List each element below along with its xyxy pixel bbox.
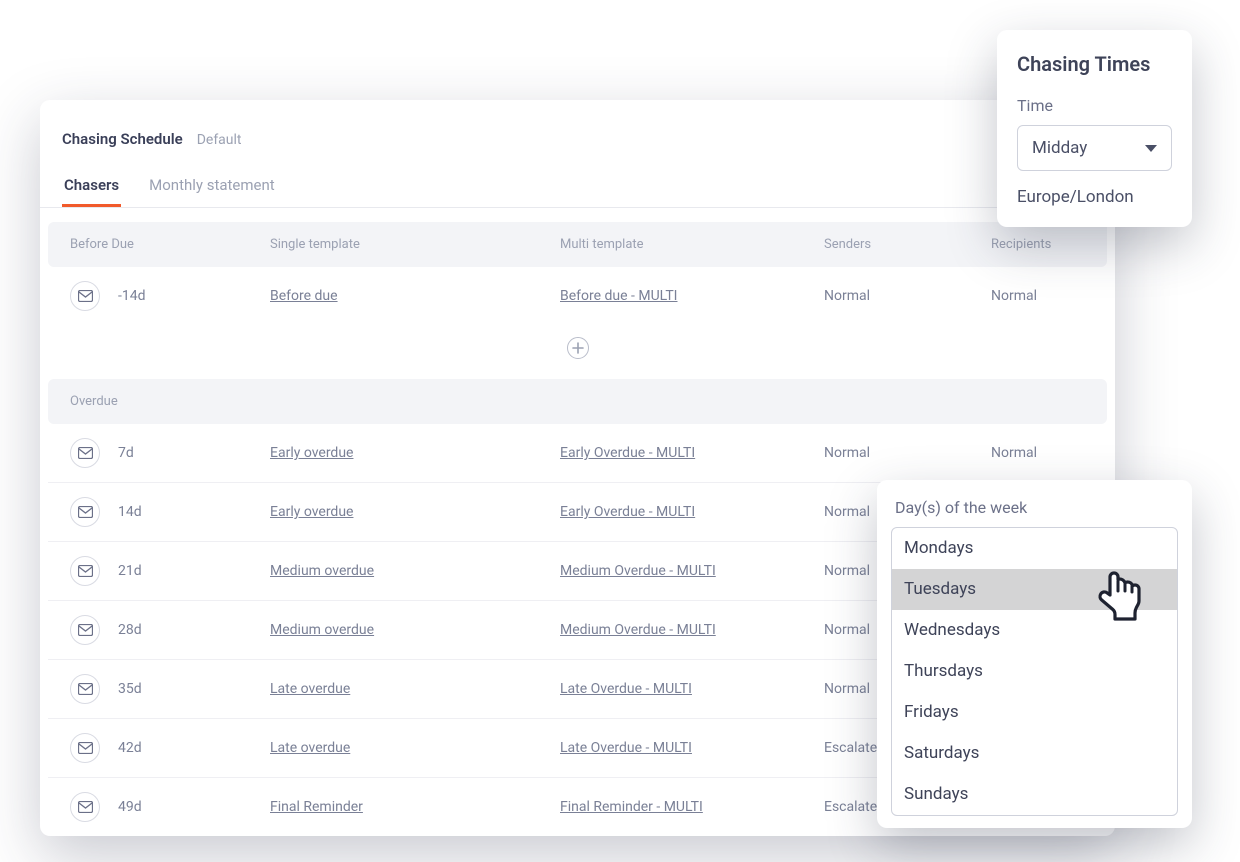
chasing-times-panel: Chasing Times Time Midday Europe/London xyxy=(997,30,1192,227)
panel-title: Chasing Times xyxy=(1017,52,1172,76)
cell-days: -14d xyxy=(70,281,270,311)
cell-multi-template: Final Reminder - MULTI xyxy=(560,799,824,815)
cell-multi-template: Medium Overdue - MULTI xyxy=(560,563,824,579)
day-option-wednesdays[interactable]: Wednesdays xyxy=(892,610,1177,651)
cell-single-template: Medium overdue xyxy=(270,563,560,579)
tabs: Chasers Monthly statement xyxy=(40,166,1115,208)
col-single-header: Single template xyxy=(270,237,560,252)
multi-template-link[interactable]: Medium Overdue - MULTI xyxy=(560,622,716,638)
cell-single-template: Final Reminder xyxy=(270,799,560,815)
chevron-down-icon xyxy=(1145,145,1157,152)
mail-icon xyxy=(70,497,100,527)
cell-days: 7d xyxy=(70,438,270,468)
days-value: 7d xyxy=(118,445,134,461)
tab-chasers[interactable]: Chasers xyxy=(62,166,121,207)
time-select-value: Midday xyxy=(1032,138,1087,158)
cell-multi-template: Before due - MULTI xyxy=(560,288,824,304)
multi-template-link[interactable]: Early Overdue - MULTI xyxy=(560,504,695,520)
mail-icon xyxy=(70,733,100,763)
card-subtitle: Default xyxy=(197,132,242,148)
day-option-fridays[interactable]: Fridays xyxy=(892,692,1177,733)
cell-senders: Normal xyxy=(824,288,991,304)
multi-template-link[interactable]: Late Overdue - MULTI xyxy=(560,681,692,697)
col-recipients-header: Recipients xyxy=(991,237,1151,252)
cell-senders: Normal xyxy=(824,445,991,461)
cell-single-template: Before due xyxy=(270,288,560,304)
days-list: MondaysTuesdaysWednesdaysThursdaysFriday… xyxy=(891,527,1178,816)
single-template-link[interactable]: Before due xyxy=(270,288,338,304)
mail-icon xyxy=(70,792,100,822)
time-label: Time xyxy=(1017,96,1172,115)
mail-icon xyxy=(70,615,100,645)
multi-template-link[interactable]: Medium Overdue - MULTI xyxy=(560,563,716,579)
tab-monthly-statement[interactable]: Monthly statement xyxy=(147,166,277,207)
add-button[interactable] xyxy=(567,337,589,359)
single-template-link[interactable]: Early overdue xyxy=(270,504,353,520)
col-senders-header: Senders xyxy=(824,237,991,252)
plus-icon xyxy=(572,342,584,354)
single-template-link[interactable]: Medium overdue xyxy=(270,563,374,579)
cell-days: 28d xyxy=(70,615,270,645)
cell-recipients: Normal xyxy=(991,445,1151,461)
table-row[interactable]: -14dBefore dueBefore due - MULTINormalNo… xyxy=(48,267,1107,325)
cell-multi-template: Early Overdue - MULTI xyxy=(560,504,824,520)
days-value: 28d xyxy=(118,622,142,638)
cell-days: 35d xyxy=(70,674,270,704)
card-header: Chasing Schedule Default xyxy=(40,130,1115,166)
mail-icon xyxy=(70,281,100,311)
day-option-saturdays[interactable]: Saturdays xyxy=(892,733,1177,774)
days-value: 14d xyxy=(118,504,142,520)
cell-multi-template: Early Overdue - MULTI xyxy=(560,445,824,461)
col-overdue-header: Overdue xyxy=(70,394,270,409)
days-of-week-panel: Day(s) of the week MondaysTuesdaysWednes… xyxy=(877,480,1192,828)
days-value: 49d xyxy=(118,799,142,815)
multi-template-link[interactable]: Late Overdue - MULTI xyxy=(560,740,692,756)
cell-single-template: Late overdue xyxy=(270,681,560,697)
multi-template-link[interactable]: Before due - MULTI xyxy=(560,288,677,304)
single-template-link[interactable]: Late overdue xyxy=(270,681,350,697)
day-option-thursdays[interactable]: Thursdays xyxy=(892,651,1177,692)
day-option-tuesdays[interactable]: Tuesdays xyxy=(892,569,1177,610)
mail-icon xyxy=(70,674,100,704)
days-label: Day(s) of the week xyxy=(891,498,1178,527)
cell-days: 42d xyxy=(70,733,270,763)
cell-multi-template: Late Overdue - MULTI xyxy=(560,681,824,697)
day-option-mondays[interactable]: Mondays xyxy=(892,528,1177,569)
multi-template-link[interactable]: Final Reminder - MULTI xyxy=(560,799,703,815)
single-template-link[interactable]: Final Reminder xyxy=(270,799,363,815)
cell-single-template: Medium overdue xyxy=(270,622,560,638)
days-value: 42d xyxy=(118,740,142,756)
timezone-text: Europe/London xyxy=(1017,187,1172,207)
days-value: 35d xyxy=(118,681,142,697)
single-template-link[interactable]: Early overdue xyxy=(270,445,353,461)
table-row[interactable]: 7d Early overdue Early Overdue - MULTI Norm… xyxy=(48,424,1107,483)
cell-recipients: Normal xyxy=(991,288,1151,304)
col-days-header: Before Due xyxy=(70,237,270,252)
columns-header-before-due: Before Due Single template Multi templat… xyxy=(48,222,1107,267)
time-select[interactable]: Midday xyxy=(1017,125,1172,171)
cell-days: 21d xyxy=(70,556,270,586)
cell-multi-template: Medium Overdue - MULTI xyxy=(560,622,824,638)
card-title: Chasing Schedule xyxy=(62,130,183,148)
mail-icon xyxy=(70,438,100,468)
columns-header-overdue: Overdue xyxy=(48,379,1107,424)
day-option-sundays[interactable]: Sundays xyxy=(892,774,1177,815)
cell-days: 14d xyxy=(70,497,270,527)
days-value: 21d xyxy=(118,563,142,579)
days-value: -14d xyxy=(118,288,146,304)
cell-single-template: Early overdue xyxy=(270,445,560,461)
cell-days: 49d xyxy=(70,792,270,822)
single-template-link[interactable]: Medium overdue xyxy=(270,622,374,638)
single-template-link[interactable]: Late overdue xyxy=(270,740,350,756)
cell-single-template: Late overdue xyxy=(270,740,560,756)
add-row xyxy=(40,325,1115,365)
cell-single-template: Early overdue xyxy=(270,504,560,520)
cell-multi-template: Late Overdue - MULTI xyxy=(560,740,824,756)
col-multi-header: Multi template xyxy=(560,237,824,252)
multi-template-link[interactable]: Early Overdue - MULTI xyxy=(560,445,695,461)
mail-icon xyxy=(70,556,100,586)
